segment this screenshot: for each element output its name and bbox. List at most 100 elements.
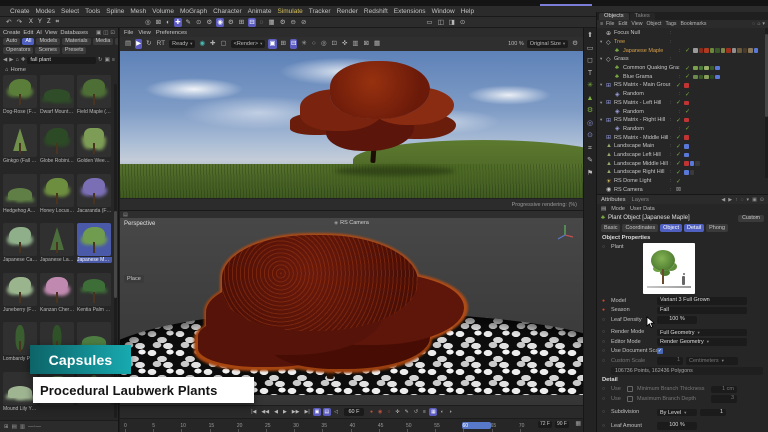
layout-icon[interactable]: ▭ [425, 18, 433, 27]
playback-button[interactable]: ▶ [281, 408, 288, 416]
plant-thumbnail[interactable] [77, 223, 111, 256]
filter-chip[interactable]: Operators [3, 47, 33, 55]
tool-icon[interactable]: ✎ [587, 157, 593, 165]
keying-button[interactable]: ▦ [429, 408, 437, 416]
plant-thumbnail[interactable] [77, 124, 111, 157]
toolbar-icon[interactable]: ✚ [174, 18, 181, 27]
attr-nav-icon[interactable]: ◀ [721, 197, 725, 203]
enable-check[interactable]: ✓ [676, 117, 684, 124]
viewport-menu-icon[interactable]: ▤ [123, 212, 128, 218]
toolbar-icon[interactable]: ▦ [268, 18, 276, 27]
rv-toolbar-icon[interactable]: ◎ [320, 39, 328, 49]
enable-check[interactable]: ✓ [676, 178, 684, 185]
menu-item[interactable]: Volume [149, 8, 177, 15]
tool-icon[interactable]: ⚙ [587, 107, 593, 115]
plant-thumbnail[interactable] [3, 223, 37, 256]
size-dropdown[interactable]: Original Size [527, 40, 568, 48]
material-tag[interactable] [695, 161, 700, 166]
object-name[interactable]: Tree [614, 39, 670, 45]
menu-item[interactable]: Create [7, 8, 33, 15]
om-icon[interactable]: ◌ [752, 21, 755, 27]
object-row[interactable]: ◉ RS Camera : ⊠ [597, 185, 768, 194]
anim-option[interactable]: ◑ [447, 408, 453, 416]
rv-toolbar-icon[interactable]: ▢ [219, 39, 227, 49]
plant-thumbnail[interactable] [40, 75, 74, 108]
material-tag[interactable] [732, 48, 737, 53]
record-button[interactable]: ● [369, 408, 375, 416]
tool-icon[interactable]: ⚑ [587, 170, 593, 178]
axis-gizmo[interactable] [555, 223, 575, 243]
timeline-ruler[interactable]: 0510152025303540455055606570 72 F 90 F ▦ [120, 418, 583, 432]
object-row[interactable]: ◈ Random : ✓ [597, 107, 768, 116]
enable-check[interactable]: ✓ [685, 73, 693, 80]
om-icon[interactable]: ▾ [762, 21, 765, 27]
plant-thumbnail[interactable] [3, 124, 37, 157]
plant-asset[interactable]: Dog-Rose (Fall Plant) [2, 74, 39, 121]
om-menu-item[interactable]: View [631, 21, 642, 27]
plant-asset[interactable]: Field Maple (Fall Plant) [76, 74, 113, 121]
object-row[interactable]: ▾ ◇ Tree : [597, 38, 768, 47]
plant-thumbnail[interactable] [40, 174, 74, 207]
visibility-dots[interactable]: : [670, 39, 676, 45]
object-name[interactable]: Grass [614, 56, 670, 62]
viewport-label[interactable]: Perspective [124, 221, 155, 227]
om-menu-item[interactable]: Object [647, 21, 662, 27]
object-name[interactable]: RS Matrix - Main Ground [614, 82, 670, 88]
material-tag[interactable] [704, 75, 709, 80]
tool-icon[interactable]: ⬆ [587, 32, 593, 40]
editor-mode-dropdown[interactable]: Render Geometry [657, 338, 747, 346]
rv-toolbar-icon[interactable]: ⊠ [363, 39, 370, 49]
mode-menu-icon[interactable]: ▤ [601, 206, 606, 212]
material-tag[interactable] [693, 75, 698, 80]
plant-thumbnail[interactable] [3, 75, 37, 108]
zoom-level[interactable]: 100 % [508, 41, 524, 47]
object-name[interactable]: Blue Grama [623, 74, 679, 80]
om-icon[interactable]: ⌂ [757, 21, 760, 27]
visibility-dots[interactable]: : [670, 30, 676, 36]
enable-check[interactable]: ✓ [685, 108, 693, 115]
enable-check[interactable]: ✓ [676, 143, 684, 150]
filter-chip[interactable]: All [22, 38, 34, 46]
material-tag[interactable] [684, 135, 689, 140]
rendered-image[interactable] [120, 51, 583, 198]
object-row[interactable]: ▾ ⊞ RS Matrix - Left Hill : ✓ [597, 99, 768, 108]
object-row[interactable]: ▲ Landscape Right Hill : ✓ [597, 168, 768, 177]
attr-nav-icon[interactable]: ▣ [752, 197, 757, 203]
object-name[interactable]: Landscape Main [614, 143, 670, 149]
object-name[interactable]: RS Dome Light [614, 178, 670, 184]
plant-thumbnail[interactable] [77, 273, 111, 306]
timeline-tick[interactable]: 30 [293, 422, 321, 429]
timeline-tick[interactable]: 20 [237, 422, 265, 429]
anim-toggle[interactable]: ▣ [313, 408, 321, 416]
anim-dot-icon[interactable]: ○ [602, 317, 611, 323]
season-field[interactable]: Fall [657, 307, 747, 315]
material-tag[interactable] [699, 48, 704, 53]
timeline-tick[interactable]: 25 [265, 422, 293, 429]
plant-thumbnail[interactable] [40, 273, 74, 306]
material-tag[interactable] [715, 66, 720, 71]
plant-thumbnail[interactable] [3, 273, 37, 306]
enable-check[interactable]: ✓ [676, 151, 684, 158]
object-row[interactable]: ♣ Common Quaking Grass : ✓ [597, 64, 768, 73]
plant-asset[interactable]: Dwarf Mountain Pine L.. [39, 74, 76, 121]
object-row[interactable]: ▾ ◇ Grass : [597, 55, 768, 64]
material-tag[interactable] [726, 48, 731, 53]
layout-icon[interactable]: ◫ [437, 18, 445, 27]
tool-icon[interactable]: T [588, 70, 592, 78]
toolbar-icon[interactable]: ↷ [15, 18, 22, 27]
keyframe-dot-icon[interactable]: ● [602, 307, 611, 313]
timeline-tick[interactable]: 45 [378, 422, 406, 429]
render-status-dropdown[interactable]: Ready [169, 40, 195, 48]
anim-toggle[interactable]: ▤ [323, 408, 331, 416]
layout-icon[interactable]: ◨ [448, 18, 456, 27]
timeline-tick[interactable]: 0 [124, 422, 152, 429]
object-name[interactable]: Landscape Middle Hill [614, 161, 670, 167]
toolbar-icon[interactable]: ◉ [216, 18, 224, 27]
renderer-dropdown[interactable]: <Render> [231, 40, 266, 48]
plant-thumbnail[interactable] [40, 124, 74, 157]
plant-asset[interactable]: Honey Locust 'Sunbur.. [39, 173, 76, 220]
custom-button[interactable]: Custom [738, 215, 764, 222]
record-button[interactable]: ○ [386, 408, 392, 416]
tab-objects[interactable]: Objects [599, 13, 629, 20]
keying-button[interactable]: ≡ [422, 408, 428, 416]
